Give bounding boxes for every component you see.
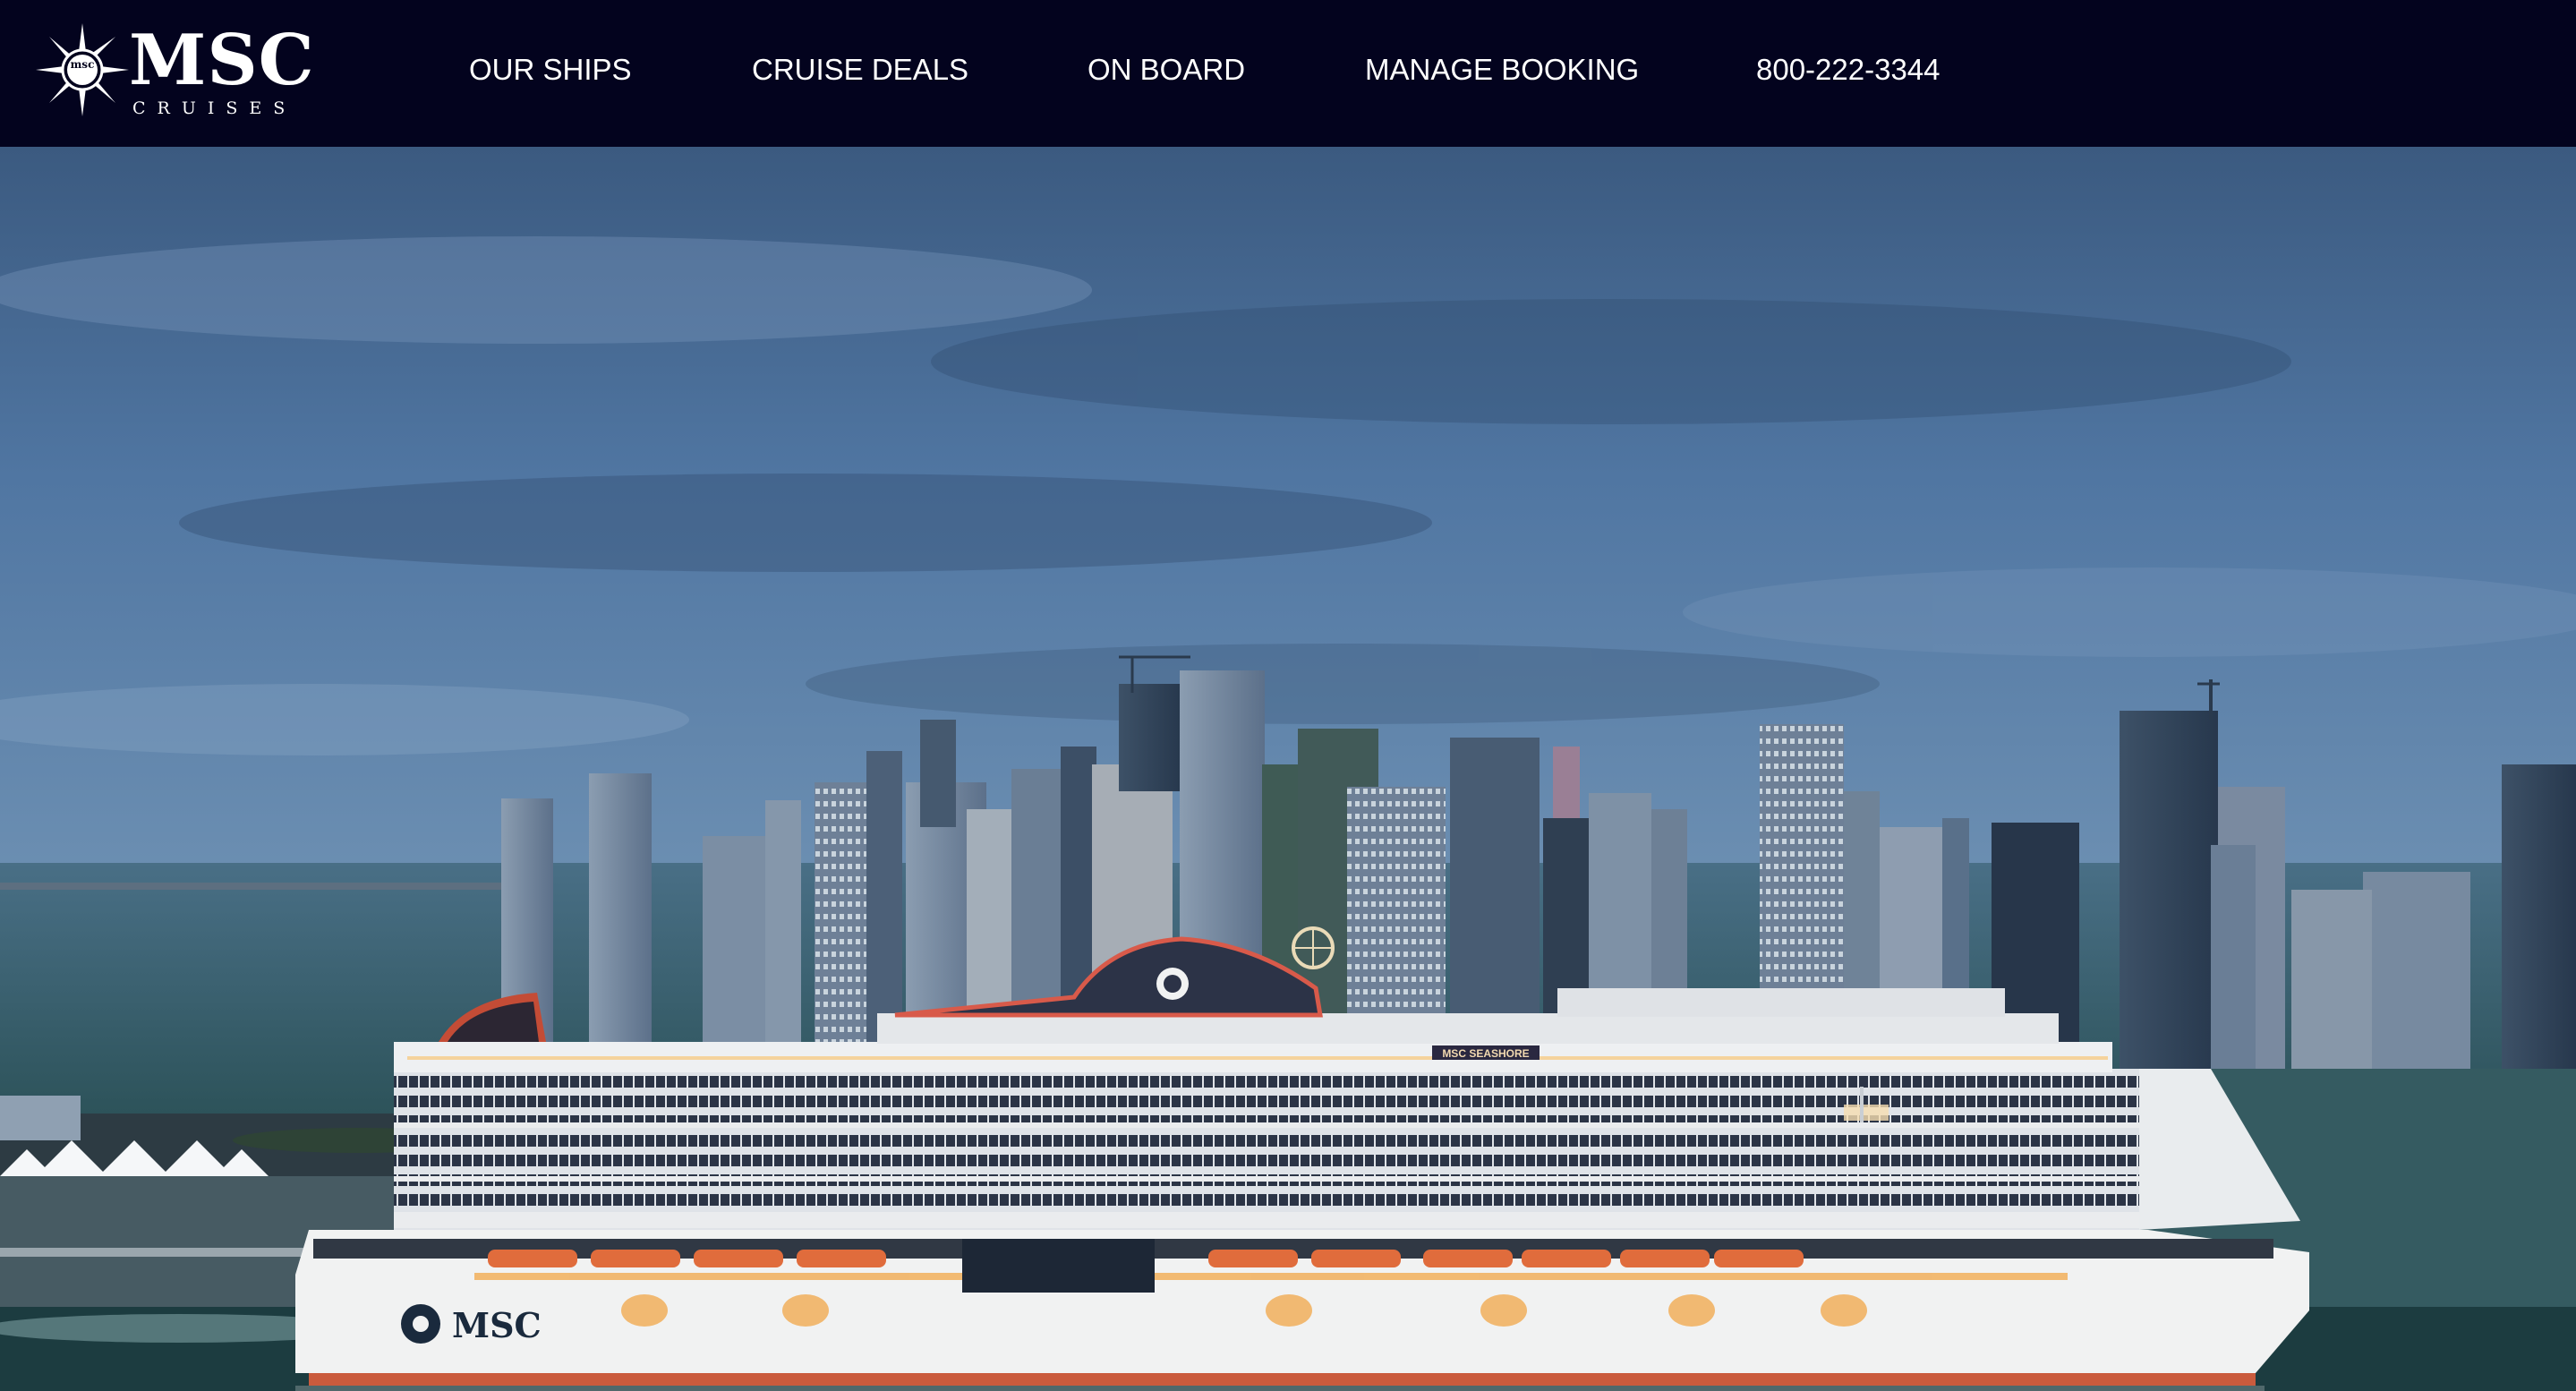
nav-manage-booking[interactable]: MANAGE BOOKING [1365,52,1639,88]
hero-cruise-ship-image: MSC MSC SEASHORE [0,147,2576,1391]
top-navigation-bar: msc MSC CRUISES OUR SHIPS CRUISE DEALS O… [0,0,2576,147]
nav-our-ships[interactable]: OUR SHIPS [469,52,632,88]
compass-rose-icon: msc [36,23,129,116]
hero-illustration: MSC MSC SEASHORE [0,147,2576,1391]
ferris-wheel [1292,926,1335,969]
msc-cruises-logo[interactable]: msc MSC CRUISES [36,23,314,118]
causeway [0,883,501,890]
nav-cruise-deals[interactable]: CRUISE DEALS [752,52,968,88]
ship-hull-text: MSC [452,1305,542,1345]
brand-wordmark: MSC [129,20,315,101]
ship-name-sign: MSC SEASHORE [1442,1047,1529,1060]
nav-on-board[interactable]: ON BOARD [1088,52,1245,88]
emblem-text: msc [71,58,95,71]
brand-tagline: CRUISES [132,98,297,118]
nav-phone-number[interactable]: 800-222-3344 [1756,52,1941,88]
